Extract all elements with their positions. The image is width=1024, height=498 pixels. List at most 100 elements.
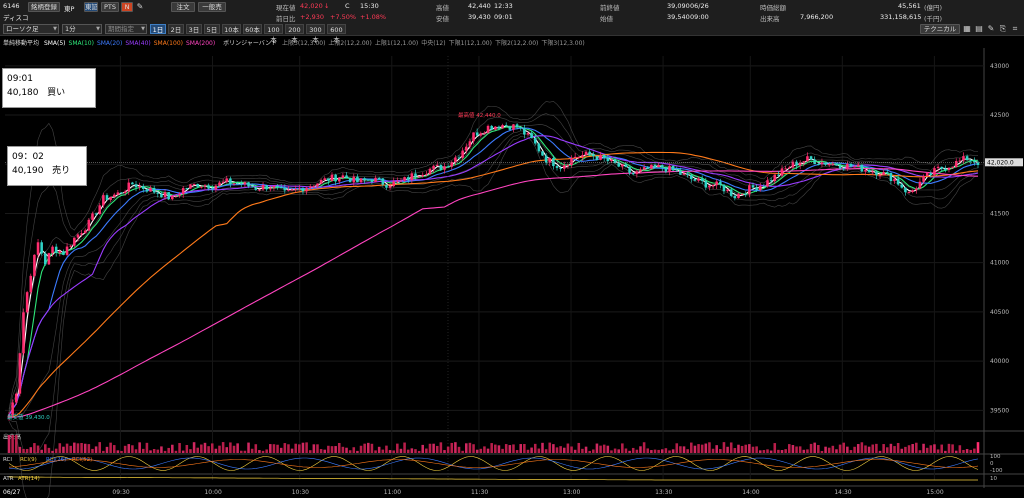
candle-body [62,251,65,255]
volume-bar [751,446,755,453]
candle-body [323,178,327,181]
timeframe-button[interactable]: 3日 [186,24,202,34]
period-value: 期間指定 [108,25,134,33]
grid-icon[interactable]: ▦ [962,24,972,34]
candle-body [660,165,664,168]
volume-bar [36,445,40,453]
volume-bar [878,450,882,453]
x-tick-label: 10:00 [204,489,221,496]
candle-body [864,169,867,172]
bb-legend-title: ボリンジャーバンド [223,40,278,47]
volume-bar [519,444,522,453]
timeframe-button[interactable]: 60本 [243,24,262,34]
register-stock-button[interactable]: 銘柄登録 [28,2,60,12]
pen-icon[interactable]: ✎ [986,24,996,34]
timeframe-button[interactable]: 1日 [150,24,166,34]
news-icon[interactable]: N [121,2,133,12]
high-value: 42,440 [468,2,491,10]
volume-bar [925,447,929,453]
volume-bar [352,447,356,453]
open-time: 09:00 [690,13,709,21]
volume-bar [446,446,450,453]
volume-bar [650,450,653,453]
market-label: 東P [64,5,75,13]
volume-bar [7,435,11,453]
volume-bar [791,445,795,453]
volume-bar [316,444,319,453]
interval-select[interactable]: 1分 ▼ [62,24,102,34]
bb-legend-item: 下限3(12,3.00) [541,40,585,47]
detail-button[interactable]: 一般売 [198,2,226,12]
volume-bar [581,448,584,453]
current-price: 42,020 [300,2,323,10]
timeframe-button[interactable]: 2日 [168,24,184,34]
volume-bar [621,443,624,453]
sell-side: 売り [52,166,71,176]
candle-body [399,180,403,182]
candle-body [316,183,319,187]
candle-body [250,186,254,188]
volume-bar [795,446,798,453]
interval-value: 1分 [65,25,76,33]
timeframe-button[interactable]: 600本 [327,24,346,44]
market-toggle[interactable]: 東証 [84,2,98,12]
volume-bar [232,445,236,453]
copy-icon[interactable]: ⎘ [998,24,1008,34]
volume-bar [838,444,842,453]
link-icon[interactable]: ✎ [135,2,145,12]
technical-button[interactable]: テクニカル [920,24,960,34]
candle-body [214,185,218,190]
candle-body [461,150,464,158]
volume-bar [882,444,885,453]
volume-bar [345,447,348,453]
volume-bar [174,450,178,453]
candle-body [769,180,773,182]
list-icon[interactable]: ▤ [974,24,984,34]
volume-bar [700,444,704,453]
price-chart[interactable]: 4300042500420004150041000405004000039500… [0,48,1024,498]
volume-bar [44,444,47,453]
volume-bar [595,443,599,453]
candle-body [457,157,461,159]
mktcap-unit: (億円) [924,4,943,12]
timeframe-button[interactable]: 100本 [264,24,283,44]
candle-body [439,165,443,170]
volume-bar [14,435,18,453]
candle-body [367,179,370,181]
timeframe-button[interactable]: 5日 [204,24,220,34]
volume-bar [831,445,835,453]
pts-toggle[interactable]: PTS [101,2,119,12]
candle-body [642,167,646,170]
candle-body [454,157,457,163]
stock-name: ディスコ [3,14,29,22]
volume-bar [94,446,98,453]
volume-bar [871,444,875,453]
candle-body [936,166,940,169]
volume-bar [711,448,715,453]
candle-body [374,177,377,182]
hash-icon[interactable]: ⌗ [1010,24,1020,34]
volume-bar [494,444,497,453]
candle-body [443,166,446,170]
period-select[interactable]: 期間指定 ▼ [105,24,147,34]
candle-body [533,137,537,144]
low-time: 09:01 [494,13,513,21]
candle-body [472,132,475,142]
volume-bar [403,442,406,453]
timeframe-button[interactable]: 300本 [306,24,325,44]
volume-bar [613,448,617,453]
timeframe-button[interactable]: 10本 [222,24,241,34]
volume-bar [940,444,943,453]
order-button[interactable]: 注文 [171,2,195,12]
volume-bar [544,449,548,453]
chart-type-select[interactable]: ローソク足 ▼ [3,24,59,34]
candle-body [588,151,591,155]
volume-bar [214,448,218,453]
timeframe-button[interactable]: 200本 [285,24,304,44]
volume-bar [399,448,403,453]
volume-bar [806,449,809,453]
volume-bar [515,450,519,453]
candle-body [646,167,650,169]
volume-bar [116,450,120,453]
volume-bar [363,443,366,453]
